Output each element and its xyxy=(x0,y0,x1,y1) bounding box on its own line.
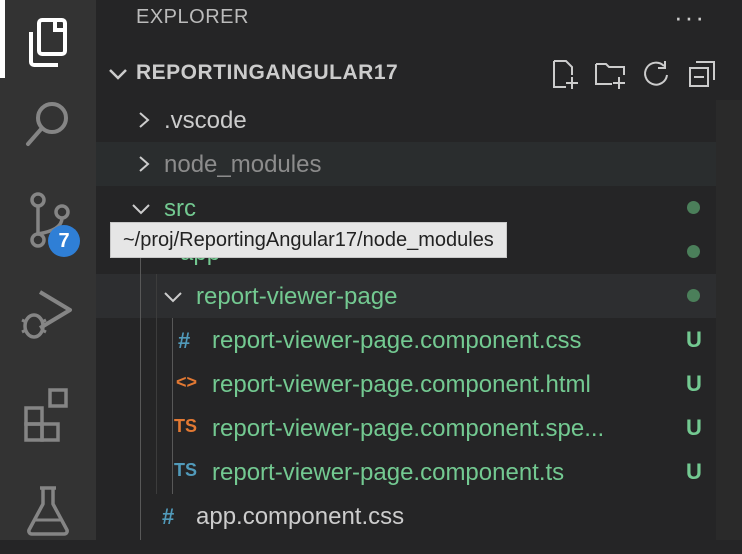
chevron-right-icon xyxy=(139,112,150,128)
tree-item-label: src xyxy=(164,195,196,222)
new-file-icon[interactable] xyxy=(548,58,580,90)
modified-dot xyxy=(687,245,700,258)
indent-guide xyxy=(156,274,157,494)
tree-item-component-ts[interactable]: TS report-viewer-page.component.ts U xyxy=(96,450,742,494)
new-folder-icon[interactable] xyxy=(594,58,626,90)
sidebar-title: EXPLORER xyxy=(136,6,249,28)
tree-item-label: .vscode xyxy=(164,107,247,134)
source-control-icon[interactable] xyxy=(0,176,96,264)
search-icon[interactable] xyxy=(0,80,96,168)
tree-item-node-modules[interactable]: node_modules xyxy=(96,142,742,186)
ts-file-icon: TS xyxy=(174,460,198,480)
workspace-name: REPORTINGANGULAR17 xyxy=(136,61,399,84)
modified-dot xyxy=(687,201,700,214)
explorer-icon[interactable] xyxy=(0,0,96,88)
refresh-icon[interactable] xyxy=(640,58,672,90)
tree-item-component-html[interactable]: <> report-viewer-page.component.html U xyxy=(96,362,742,406)
tree-item-component-spec-ts[interactable]: TS report-viewer-page.component.spe... U xyxy=(96,406,742,450)
tree-item-component-css[interactable]: # report-viewer-page.component.css U xyxy=(96,318,742,362)
explorer-sidebar: EXPLORER ··· REPORTINGANGULAR17 .vscode … xyxy=(96,0,742,540)
collapse-all-icon[interactable] xyxy=(686,58,718,90)
indent-guide xyxy=(140,230,141,540)
css-file-icon: # xyxy=(178,328,191,353)
chevron-down-icon xyxy=(132,204,150,215)
untracked-status: U xyxy=(686,459,702,484)
tree-item-label: report-viewer-page xyxy=(196,283,398,310)
tree-item-app-component-css[interactable]: # app.component.css xyxy=(96,494,742,538)
run-debug-icon[interactable] xyxy=(0,272,96,360)
chevron-right-icon xyxy=(139,156,150,172)
untracked-status: U xyxy=(686,415,702,440)
path-tooltip: ~/proj/ReportingAngular17/node_modules xyxy=(110,222,507,258)
more-actions-icon[interactable]: ··· xyxy=(674,2,706,33)
ts-file-icon: TS xyxy=(174,416,198,436)
testing-icon[interactable] xyxy=(0,466,96,554)
tree-item-label: report-viewer-page.component.spe... xyxy=(212,415,605,442)
tree-item-label: report-viewer-page.component.ts xyxy=(212,459,565,486)
modified-dot xyxy=(687,289,700,302)
tree-item-label: report-viewer-page.component.css xyxy=(212,327,582,354)
source-control-badge: 7 xyxy=(48,225,80,257)
indent-guide xyxy=(172,318,173,494)
tree-item-label: node_modules xyxy=(164,151,322,178)
chevron-down-icon xyxy=(109,69,127,80)
workspace-section-header[interactable]: REPORTINGANGULAR17 xyxy=(96,50,742,98)
untracked-status: U xyxy=(686,371,702,396)
scrollbar[interactable] xyxy=(716,100,742,540)
tree-item-vscode[interactable]: .vscode xyxy=(96,98,742,142)
tree-item-label: app.component.css xyxy=(196,503,405,530)
activity-bar: 7 xyxy=(0,0,96,540)
chevron-down-icon xyxy=(164,292,182,303)
tree-item-label: report-viewer-page.component.html xyxy=(212,371,591,398)
extensions-icon[interactable] xyxy=(0,370,96,458)
css-file-icon: # xyxy=(162,504,175,529)
untracked-status: U xyxy=(686,327,702,352)
html-file-icon: <> xyxy=(176,372,198,392)
tree-item-report-viewer-page[interactable]: report-viewer-page xyxy=(96,274,742,318)
